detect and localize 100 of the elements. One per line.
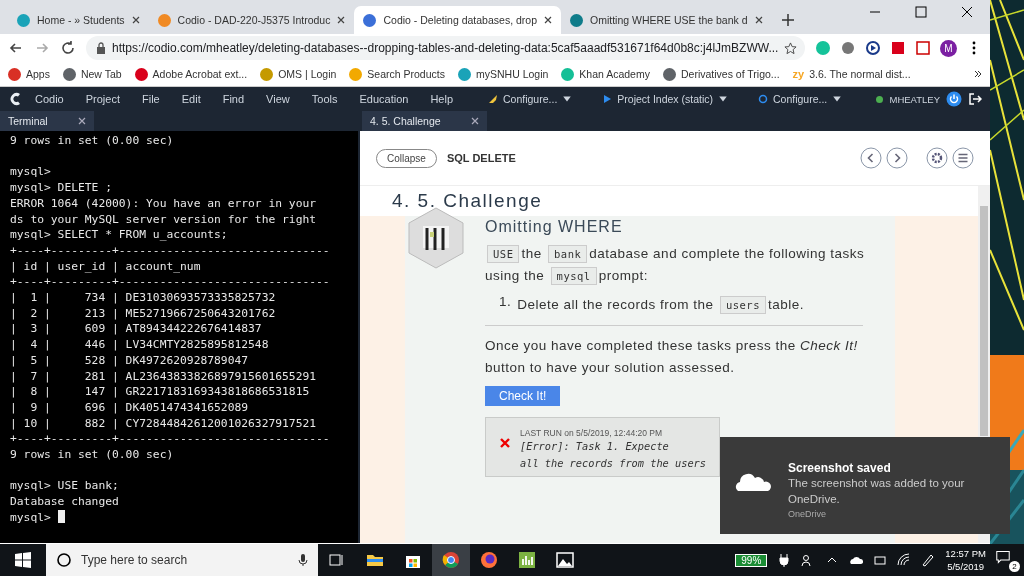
notification-count: 2 xyxy=(1009,561,1020,572)
windows-start-icon[interactable] xyxy=(15,552,31,568)
address-bar[interactable]: https://codio.com/mheatley/deleting-databases--dropping-tables-and-deleting-data:5caf5aaadf531671f64d0b8c:j4lJmBZWW... xyxy=(86,36,805,60)
logout-icon[interactable] xyxy=(968,92,982,106)
browser-tab[interactable]: Codio - Deleting databases, drop xyxy=(354,6,561,34)
toast-title: Screenshot saved xyxy=(788,461,892,475)
bookmark[interactable]: mySNHU Login xyxy=(457,67,549,81)
error-message: [Error]: Task 1. Expecte xyxy=(520,439,670,454)
bookmark[interactable]: OMS | Login xyxy=(260,67,337,81)
bookmark[interactable]: Khan Academy xyxy=(561,67,650,81)
caret-icon xyxy=(718,94,728,104)
status-dot-icon xyxy=(876,95,884,103)
clock[interactable]: 12:57 PM 5/5/2019 xyxy=(945,547,986,573)
next-icon[interactable] xyxy=(886,147,908,169)
menu-item[interactable]: File xyxy=(131,93,171,105)
bookmark[interactable]: Apps xyxy=(8,67,50,81)
panel-tab[interactable]: Terminal xyxy=(0,111,94,131)
bookmark[interactable]: Search Products xyxy=(349,67,445,81)
browser-tab[interactable]: Home - » Students xyxy=(8,6,149,34)
toolbar-dropdown[interactable]: Configure... xyxy=(752,92,849,106)
previous-icon[interactable] xyxy=(860,147,882,169)
search-bar[interactable]: Type here to search xyxy=(46,544,318,576)
notification-toast[interactable]: Screenshot saved The screenshot was added to your OneDrive. OneDrive xyxy=(720,437,1010,534)
plug-icon[interactable] xyxy=(777,553,792,567)
collapse-button[interactable]: Collapse xyxy=(376,148,437,168)
menu-item[interactable]: Education xyxy=(348,93,420,105)
toast-source: OneDrive xyxy=(788,509,827,519)
text-cursor xyxy=(57,509,65,523)
extension-icon[interactable] xyxy=(915,40,931,56)
bookmark-icon xyxy=(662,67,676,81)
new-tab-icon[interactable] xyxy=(781,14,794,26)
microphone-icon[interactable] xyxy=(298,553,308,567)
reload-icon[interactable] xyxy=(60,40,76,56)
menu-item[interactable]: View xyxy=(255,93,301,105)
check-it-button[interactable]: Check It! xyxy=(485,386,561,406)
site-icon xyxy=(570,13,583,27)
more-icon[interactable] xyxy=(974,70,982,78)
browser-tab[interactable]: Omitting WHERE USE the bank d xyxy=(561,6,772,34)
close-icon[interactable] xyxy=(754,16,763,24)
menu-item[interactable]: Edit xyxy=(170,93,212,105)
close-icon[interactable] xyxy=(470,117,479,125)
caret-icon xyxy=(562,94,573,104)
settings-icon[interactable] xyxy=(926,147,948,169)
pen-icon[interactable] xyxy=(921,553,936,567)
menu-item[interactable]: Tools xyxy=(300,93,349,105)
close-icon[interactable] xyxy=(337,16,346,24)
notification-icon[interactable] xyxy=(996,550,1010,564)
terminal-output: 9 rows in set (0.00 sec) mysql> mysql> DELETE ; ERROR 1064 (42000): You have an error in your ds to your MySQL server version for the right mysql> SELECT * FROM u_accounts; +----+---------+------------------------------- | id | user_id | account_num +----+---------+------------------------------- | 1 | 734 | DE31030693573335825732 | 2 | 213 | ME52719667250643201762 | 3 | 609 | AT894344222676414837 | 4 | 446 | LV34CMTY2825895812548 | 5 | 528 | DK4972620928789047 | 7 | 281 | AL23643833826897915601655291 | 8 | 147 | GR2217183169343818686531815 | 9 | 696 | DK4051474341652089 | 10 | 882 | CY72844842612001026327917521 +----+---------+------------------------------- 9 rows in set (0.00 sec) mysql> USE bank; Database changed mysql> xyxy=(0,131,358,543)
profile-avatar[interactable]: M xyxy=(940,39,957,57)
username: MHEATLEY xyxy=(889,93,940,105)
task-text: Delete all the records from the users table. xyxy=(517,295,804,316)
toolbar-dropdown[interactable]: Project Index (static) xyxy=(596,92,734,106)
guide-title: SQL DELETE xyxy=(446,152,516,164)
play-icon xyxy=(602,94,613,104)
battery-indicator[interactable]: 99% xyxy=(735,553,768,567)
list-number: 1. xyxy=(499,294,512,311)
instructions-text: USE the bank database and complete the following tasks using the mysql prompt: xyxy=(485,244,865,287)
panel-tab[interactable]: 4. 5. Challenge xyxy=(362,111,487,131)
target-icon xyxy=(758,94,768,104)
menu-item[interactable]: Find xyxy=(211,93,256,105)
site-icon xyxy=(157,13,171,27)
close-icon[interactable] xyxy=(131,16,140,24)
device-icon[interactable] xyxy=(873,553,888,567)
caret-icon xyxy=(832,94,843,104)
toolbar-dropdown[interactable]: Configure... xyxy=(482,92,579,106)
close-icon[interactable] xyxy=(544,16,552,24)
card-title: Omitting WHERE xyxy=(485,218,624,236)
bookmark[interactable]: Adobe Acrobat ext... xyxy=(134,67,248,81)
chrome-icon[interactable] xyxy=(441,550,461,570)
menu-item[interactable]: Help xyxy=(419,93,464,105)
site-icon xyxy=(363,13,377,27)
photos-icon[interactable] xyxy=(555,550,575,570)
bookmark[interactable]: zy 3.6. The normal dist... xyxy=(792,68,911,80)
bookmark[interactable]: Derivatives of Trigo... xyxy=(662,67,780,81)
chart-app-icon[interactable] xyxy=(517,550,537,570)
last-run-text: LAST RUN on 5/5/2019, 12:44:20 PM xyxy=(520,428,664,438)
search-field[interactable]: Type here to search xyxy=(81,548,289,572)
close-icon[interactable] xyxy=(77,117,86,125)
browser-tab[interactable]: Codio - DAD-220-J5375 Introduc xyxy=(148,6,355,34)
menu-item[interactable]: Project xyxy=(74,93,131,105)
menu-item[interactable]: Codio xyxy=(24,93,75,105)
cortana-icon[interactable] xyxy=(56,552,72,568)
power-icon[interactable] xyxy=(946,91,962,107)
page-heading: 4. 5. Challenge xyxy=(391,189,544,213)
bookmark-icon xyxy=(134,67,148,81)
extension-icon[interactable] xyxy=(890,40,906,56)
extension-icon[interactable] xyxy=(865,40,881,56)
firefox-icon[interactable] xyxy=(479,550,499,570)
star-icon[interactable] xyxy=(784,41,798,55)
bookmark-icon xyxy=(8,67,21,81)
extension-icon[interactable] xyxy=(840,40,856,56)
bookmark-icon xyxy=(561,67,575,81)
wifi-icon[interactable] xyxy=(897,553,912,567)
lock-icon xyxy=(96,42,106,54)
site-icon xyxy=(17,13,30,27)
error-message: all the records from the users xyxy=(520,456,706,471)
bookmark[interactable]: New Tab xyxy=(62,67,122,81)
error-icon xyxy=(500,438,510,448)
bookmark-icon xyxy=(349,67,363,81)
bookmark-icon xyxy=(62,67,76,81)
